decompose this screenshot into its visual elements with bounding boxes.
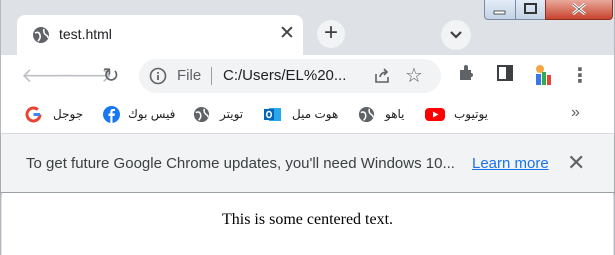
bookmark-facebook[interactable]: فيس بوك (103, 105, 183, 125)
forward-icon[interactable]: 🡒 (59, 63, 113, 89)
bookmark-twitter[interactable]: تويتر (193, 105, 248, 125)
window-close-button[interactable] (545, 0, 613, 20)
bookmark-label: جوجل (53, 107, 84, 121)
url-text[interactable]: C:/Users/EL%20... (223, 67, 346, 84)
tab-strip: test.html ✕ + (1, 0, 614, 55)
tab-search-button[interactable] (441, 20, 471, 50)
info-icon[interactable] (149, 67, 167, 90)
bookmark-youtube[interactable]: يوتيوب (425, 105, 495, 125)
infobar-message: To get future Google Chrome updates, you… (26, 155, 455, 172)
divider (211, 67, 212, 85)
profile-avatar-icon[interactable] (530, 63, 556, 89)
youtube-icon (425, 106, 445, 123)
address-bar[interactable]: File C:/Users/EL%20... ☆ (139, 59, 441, 93)
extensions-icon[interactable] (453, 63, 479, 89)
maximize-button[interactable] (515, 0, 546, 20)
bookmark-label: فيس بوك (128, 107, 176, 121)
bookmarks-bar: جوجل فيس بوك تويتر هوت ميل ياهو يوتيوب » (1, 97, 614, 133)
new-tab-button[interactable]: + (317, 20, 345, 48)
back-icon[interactable]: 🡐 (21, 63, 75, 89)
window-controls (484, 0, 613, 20)
infobar-close-icon[interactable]: ✕ (567, 150, 585, 176)
bookmark-label: يوتيوب (454, 107, 488, 121)
menu-kebab-icon[interactable]: ⋮ (567, 63, 593, 89)
update-infobar: To get future Google Chrome updates, you… (1, 133, 614, 193)
bookmark-hotmail[interactable]: هوت ميل (264, 105, 344, 125)
reload-icon[interactable]: ↻ (98, 63, 124, 89)
bookmark-star-icon[interactable]: ☆ (405, 63, 423, 88)
tab-active[interactable]: test.html ✕ (17, 15, 303, 55)
bookmark-label: ياهو (385, 107, 405, 121)
share-icon[interactable] (372, 66, 392, 91)
facebook-icon (103, 106, 120, 123)
globe-icon (358, 106, 375, 123)
globe-icon (193, 106, 210, 123)
google-icon (25, 106, 42, 123)
centered-text: This is some centered text. (221, 211, 394, 228)
toolbar: 🡐 🡒 ↻ File C:/Users/EL%20... ☆ ⋮ (1, 55, 614, 97)
globe-icon (32, 26, 50, 49)
browser-window: test.html ✕ + 🡐 🡒 ↻ File C:/Users/EL%20.… (0, 0, 615, 255)
bookmark-label: هوت ميل (292, 107, 339, 121)
bookmark-yahoo[interactable]: ياهو (358, 105, 413, 125)
page-content: This is some centered text. (2, 193, 613, 255)
tab-close-icon[interactable]: ✕ (276, 23, 298, 45)
side-panel-icon[interactable] (492, 63, 518, 89)
scheme-label: File (177, 67, 202, 84)
minimize-button[interactable] (484, 0, 516, 20)
bookmarks-overflow-icon[interactable]: » (571, 104, 580, 122)
bookmark-google[interactable]: جوجل (25, 105, 85, 125)
tab-title: test.html (59, 26, 112, 42)
chevron-down-icon (450, 31, 462, 39)
bookmark-label: تويتر (220, 107, 244, 121)
outlook-icon (264, 106, 281, 123)
learn-more-link[interactable]: Learn more (472, 155, 549, 172)
